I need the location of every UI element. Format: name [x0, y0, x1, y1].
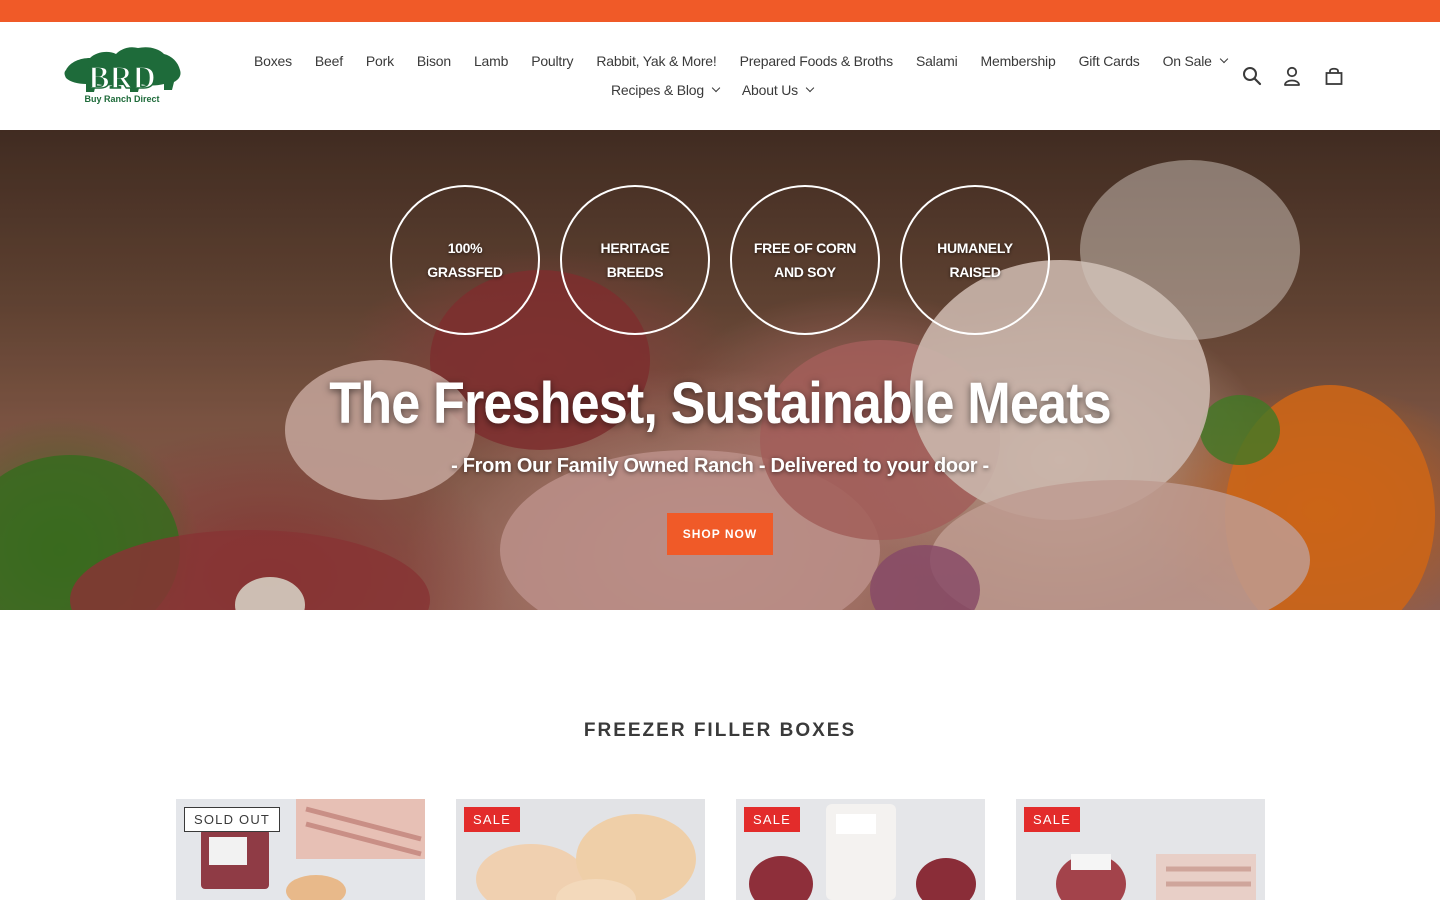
- nav-item-about-us[interactable]: About Us: [742, 82, 815, 98]
- nav-item-prepared-foods[interactable]: Prepared Foods & Broths: [740, 53, 894, 69]
- nav-item-boxes[interactable]: Boxes: [254, 53, 292, 69]
- product-card[interactable]: SALE: [1016, 799, 1265, 900]
- badge-grassfed: 100% GRASSFED: [390, 185, 540, 335]
- hero-title: The Freshest, Sustainable Meats: [329, 371, 1111, 436]
- product-card[interactable]: SOLD OUT: [176, 799, 425, 900]
- shop-now-button[interactable]: SHOP NOW: [667, 513, 773, 555]
- nav-item-on-sale[interactable]: On Sale: [1163, 53, 1229, 69]
- sold-out-badge: SOLD OUT: [184, 807, 281, 832]
- product-grid: SOLD OUT SALE SALE SALE: [176, 799, 1266, 900]
- nav-item-bison[interactable]: Bison: [417, 53, 451, 69]
- badge-corn-soy-free: FREE OF CORN AND SOY: [730, 185, 880, 335]
- hero-subtitle: - From Our Family Owned Ranch - Delivere…: [451, 455, 989, 477]
- nav-item-membership[interactable]: Membership: [981, 53, 1056, 69]
- nav-item-poultry[interactable]: Poultry: [531, 53, 573, 69]
- main-nav-row-1: Boxes Beef Pork Bison Lamb Poultry Rabbi…: [254, 52, 1229, 70]
- bison-logo-icon: BRD Buy Ranch Direct: [64, 47, 181, 104]
- badge-humanely-raised: HUMANELY RAISED: [900, 185, 1050, 335]
- chevron-down-icon: [1219, 54, 1229, 64]
- nav-item-recipes-blog[interactable]: Recipes & Blog: [611, 82, 721, 98]
- product-card[interactable]: SALE: [456, 799, 705, 900]
- chevron-down-icon: [805, 83, 815, 93]
- svg-text:BRD: BRD: [88, 59, 156, 95]
- nav-item-gift-cards[interactable]: Gift Cards: [1079, 53, 1140, 69]
- nav-item-lamb[interactable]: Lamb: [474, 53, 508, 69]
- nav-item-pork[interactable]: Pork: [366, 53, 394, 69]
- announcement-bar: [0, 0, 1440, 22]
- nav-item-beef[interactable]: Beef: [315, 53, 343, 69]
- section-title: FREEZER FILLER BOXES: [583, 720, 857, 741]
- svg-text:Buy Ranch Direct: Buy Ranch Direct: [84, 94, 159, 104]
- product-card[interactable]: SALE: [736, 799, 985, 900]
- nav-item-salami[interactable]: Salami: [916, 53, 958, 69]
- site-header: BRD Buy Ranch Direct Boxes Beef Pork Bis…: [0, 22, 1440, 130]
- sale-badge: SALE: [1024, 807, 1081, 832]
- hero-banner: 100% GRASSFED HERITAGE BREEDS FREE OF CO…: [0, 130, 1440, 610]
- nav-item-rabbit-yak-more[interactable]: Rabbit, Yak & More!: [596, 53, 716, 69]
- account-icon[interactable]: [1278, 62, 1306, 90]
- sale-badge: SALE: [744, 807, 801, 832]
- sale-badge: SALE: [464, 807, 521, 832]
- main-nav-row-2: Recipes & Blog About Us: [611, 81, 815, 99]
- badge-heritage-breeds: HERITAGE BREEDS: [560, 185, 710, 335]
- cart-icon[interactable]: [1320, 62, 1348, 90]
- brd-logo[interactable]: BRD Buy Ranch Direct: [60, 44, 184, 106]
- search-icon[interactable]: [1238, 62, 1266, 90]
- chevron-down-icon: [711, 83, 721, 93]
